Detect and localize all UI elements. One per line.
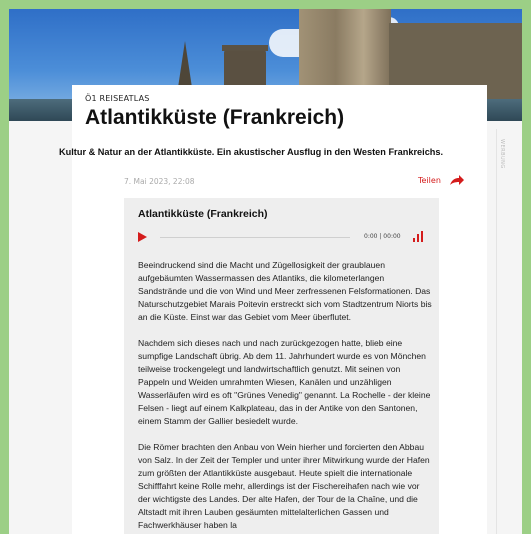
body-paragraph: Nachdem sich dieses nach und nach zurück… <box>138 338 431 426</box>
article-subtitle: Kultur & Natur an der Atlantikküste. Ein… <box>59 147 444 157</box>
sidebar-divider <box>496 129 497 534</box>
tower-battlement <box>222 45 268 51</box>
audio-player-box: Atlantikküste (Frankreich) 0:00 | 00:00 … <box>124 198 439 534</box>
article-title: Atlantikküste (Frankreich) <box>85 106 345 129</box>
article-body: Beeindruckend sind die Macht und Zügello… <box>138 259 433 534</box>
article-card: Ö1 REISEATLAS Atlantikküste (Frankreich)… <box>59 85 487 534</box>
page-frame: WERBUNG Ö1 REISEATLAS Atlantikküste (Fra… <box>9 9 522 534</box>
article-kicker: Ö1 REISEATLAS <box>85 94 150 103</box>
audio-progress-track[interactable] <box>160 237 350 238</box>
sidebar-ad-label: WERBUNG <box>499 139 505 169</box>
volume-icon[interactable] <box>413 231 423 242</box>
body-paragraph: Beeindruckend sind die Macht und Zügello… <box>138 260 432 322</box>
audio-time: 0:00 | 00:00 <box>364 233 401 240</box>
play-icon[interactable] <box>138 232 147 242</box>
share-label: Teilen <box>418 175 441 185</box>
share-arrow-icon <box>449 174 465 186</box>
audio-player: 0:00 | 00:00 <box>138 231 428 245</box>
article-date: 7. Mai 2023, 22:08 <box>124 177 195 186</box>
audio-title: Atlantikküste (Frankreich) <box>138 208 268 220</box>
share-button[interactable]: Teilen <box>418 174 465 186</box>
body-paragraph: Die Römer brachten den Anbau von Wein hi… <box>138 442 430 530</box>
